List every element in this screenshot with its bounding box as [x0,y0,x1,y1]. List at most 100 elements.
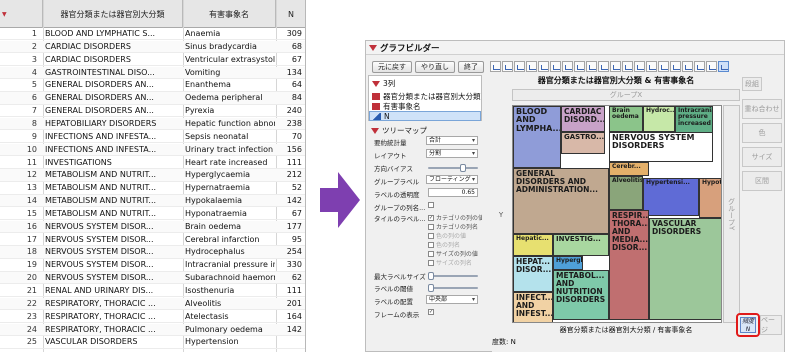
checkbox-box[interactable]: ✓ [428,309,434,315]
graph-element-icon[interactable] [502,61,513,72]
treemap-tile[interactable]: Brain oedema [609,106,643,132]
table-row[interactable]: 25 VASCULAR DISORDERS Hypertension [0,336,305,349]
red-triangle-menu-icon[interactable] [369,44,377,51]
treemap-tile[interactable]: VASCULAR DISORDERS [649,218,721,320]
graph-element-icon[interactable] [490,61,501,72]
checkbox-box[interactable] [428,232,434,239]
treemap-tile[interactable]: Hypotension [699,178,721,218]
graph-element-icon[interactable] [514,61,525,72]
table-row[interactable]: 7 GENERAL DISORDERS AN... Pyrexia 240 [0,105,305,118]
treemap-element-icon[interactable] [718,61,729,72]
check-category-names[interactable]: カテゴリの列名 [428,222,478,231]
graph-element-icon[interactable] [670,61,681,72]
graph-element-icon[interactable] [706,61,717,72]
frequency-zone-highlighted[interactable]: 頻度 N [736,313,760,337]
treemap-tile[interactable]: Hydroc... [643,106,675,132]
group-col-checkbox[interactable] [428,202,436,208]
label-opacity-input[interactable]: 0.65 [428,188,478,197]
table-row[interactable]: 16 NERVOUS SYSTEM DISOR... Brain oedema 177 [0,220,305,234]
table-row[interactable]: 15 METABOLISM AND NUTRIT... Hyponatraemia 6… [0,208,305,221]
table-row[interactable]: 24 RESPIRATORY, THORACIC ... Pulmonary oed… [0,323,305,336]
group-x-zone[interactable]: グループX [512,89,740,101]
graph-element-icon[interactable] [526,61,537,72]
variable-item-ae-name[interactable]: 有害事象名 [369,101,481,111]
check-size-names[interactable]: サイズの列名 [428,258,472,267]
treemap-tile[interactable]: BLOOD AND LYMPHA... [513,106,561,168]
layout-select[interactable]: 分割 [426,149,478,158]
treemap-tile[interactable]: GASTRO... [561,132,605,154]
treemap-tile[interactable]: CARDIAC DISORD... [561,106,605,132]
table-row[interactable]: 13 METABOLISM AND NUTRIT... Hypernatraemia… [0,182,305,195]
column-header-n[interactable]: N [276,0,305,28]
graph-element-icon[interactable] [682,61,693,72]
graph-element-icon[interactable] [622,61,633,72]
graph-element-icon[interactable] [550,61,561,72]
table-row[interactable]: 19 NERVOUS SYSTEM DISOR... Intracranial pr… [0,259,305,272]
treemap-tile[interactable]: HEPAT... DISOR... [513,256,553,292]
table-row[interactable]: 23 RESPIRATORY, THORACIC ... Atelectasis 16… [0,311,305,324]
graph-element-icon[interactable] [646,61,657,72]
treemap-tile[interactable]: NERVOUS SYSTEM DISORDERS [609,132,713,162]
overlay-zone[interactable]: 重ね合わせ [742,99,782,119]
table-row[interactable]: 21 RENAL AND URINARY DIS... Isosthenuria 11… [0,285,305,298]
variable-item-n[interactable]: N [369,111,481,121]
disclosure-icon[interactable] [371,127,379,134]
color-zone[interactable]: 色 [742,123,782,143]
disclosure-icon[interactable] [372,80,380,87]
checkbox-box[interactable] [428,259,434,266]
treemap-tile[interactable]: INFECT... AND INFEST... [513,292,553,322]
graph-element-icon[interactable] [574,61,585,72]
done-button[interactable]: 終了 [458,61,484,73]
table-row[interactable]: 12 METABOLISM AND NUTRIT... Hyperglycaemia… [0,169,305,182]
table-row[interactable]: 5 GENERAL DISORDERS AN... Enanthema 64 [0,79,305,92]
graph-element-icon[interactable] [694,61,705,72]
checkbox-box[interactable] [428,202,434,208]
checkbox-box[interactable] [428,250,434,257]
table-row[interactable]: 3 CARDIAC DISORDERS Ventricular extrasysto… [0,54,305,67]
graph-element-icon[interactable] [658,61,669,72]
treemap-tile[interactable]: Cerebr... [609,162,649,176]
graph-element-icon[interactable] [610,61,621,72]
graph-element-icon[interactable] [562,61,573,72]
group-label-select[interactable]: フローティング [426,175,478,184]
row-menu-icon[interactable]: ▼ [2,11,7,18]
table-row[interactable]: 17 NERVOUS SYSTEM DISOR... Cerebral infarc… [0,234,305,246]
check-color-names[interactable]: 色の列名 [428,240,460,249]
graph-element-icon[interactable] [634,61,645,72]
check-category-values[interactable]: ✓ カテゴリの列の値 [428,213,482,222]
summary-stat-select[interactable]: 合計 [426,136,478,145]
treemap-tile[interactable]: Hypertensi... [643,178,699,216]
table-row[interactable]: 1 BLOOD AND LYMPHATIC S... Anaemia 309 [0,28,305,41]
interval-zone[interactable]: 区間 [742,171,782,191]
check-size-values[interactable]: サイズの列の値 [428,249,478,258]
table-row[interactable]: 22 RESPIRATORY, THORACIC ... Alveolitis 201 [0,297,305,311]
bias-slider[interactable] [428,164,478,172]
table-row[interactable]: 20 NERVOUS SYSTEM DISOR... Subarachnoid ha… [0,272,305,285]
group-y-zone[interactable]: グループY [723,105,740,323]
undo-button[interactable]: 元に戻す [372,61,412,73]
frame-checkbox[interactable]: ✓ [428,309,436,315]
treemap-tile[interactable]: Hepatic... [513,234,553,256]
table-row[interactable]: 14 METABOLISM AND NUTRIT... Hypokalaemia 14… [0,195,305,208]
slider-knob[interactable] [428,272,434,280]
row-number-header[interactable]: ▼ [0,0,43,28]
table-row[interactable]: 2 CARDIAC DISORDERS Sinus bradycardia 68 [0,40,305,54]
table-row[interactable]: 11 INVESTIGATIONS Heart rate increased 111 [0,157,305,169]
graph-element-icon[interactable] [538,61,549,72]
treemap[interactable]: BLOOD AND LYMPHA... CARDIAC DISORD... GAST… [512,105,722,323]
column-header-ae-name[interactable]: 有害事象名 [183,0,276,28]
graph-element-icon[interactable] [598,61,609,72]
checkbox-box[interactable] [428,223,434,230]
treemap-tile[interactable]: GENERAL DISORDERS AND ADMINISTRATION... [513,168,609,234]
table-row[interactable]: 8 HEPATOBILIARY DISORDERS Hepatic function… [0,117,305,131]
wrap-zone[interactable]: 段組 [742,77,762,91]
x-axis-title[interactable]: 器官分類または器官別大分類 / 有害事象名 [512,325,740,335]
treemap-tile[interactable]: RESPIR... THORA... AND MEDIA... DISOR... [609,210,649,320]
treemap-tile[interactable]: Alveolitis [609,176,643,210]
redo-button[interactable]: やり直し [415,61,455,73]
max-label-size-slider[interactable] [428,272,478,280]
graph-title[interactable]: 器官分類または器官別大分類 & 有害事象名 [492,75,740,87]
checkbox-box[interactable] [428,241,434,248]
treemap-tile[interactable]: METABOL... AND NUTRITION DISORDERS [553,270,609,320]
graph-builder-title-bar[interactable]: グラフビルダー [366,41,784,55]
